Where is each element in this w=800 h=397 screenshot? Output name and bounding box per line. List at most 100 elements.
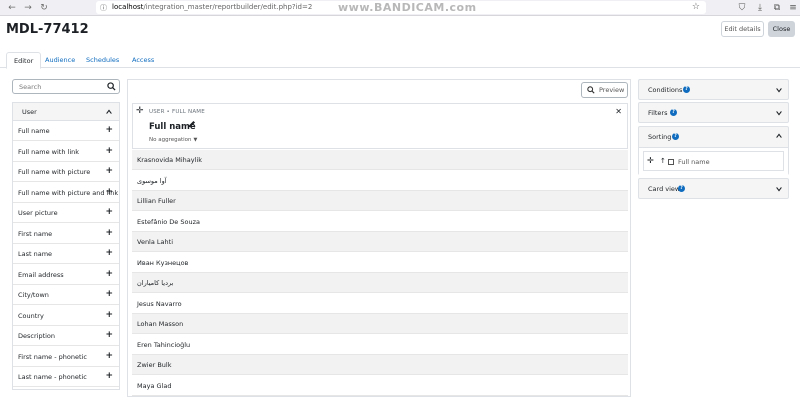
- sidebar-item[interactable]: Last name - phonetic +: [13, 367, 119, 387]
- remove-column-icon[interactable]: ✕: [615, 107, 622, 116]
- search-input[interactable]: Search: [12, 79, 120, 94]
- sidebar-item[interactable]: City/town +: [13, 285, 119, 305]
- add-icon[interactable]: +: [105, 289, 113, 299]
- aggregation-dropdown[interactable]: No aggregation ▼: [149, 137, 197, 143]
- table-row: Lohan Masson: [132, 314, 628, 334]
- chevron-down-icon[interactable]: [775, 185, 783, 193]
- add-icon[interactable]: +: [105, 166, 113, 176]
- bookmark-star-icon[interactable]: ☆: [692, 2, 700, 12]
- close-button[interactable]: Close: [768, 21, 795, 37]
- chevron-down-icon[interactable]: [775, 109, 783, 117]
- edit-details-button[interactable]: Edit details: [721, 21, 764, 37]
- table-row: بردیا کامیاران: [132, 273, 628, 293]
- recording-watermark: www.BANDICAM.com: [338, 1, 477, 14]
- sidebar-item[interactable]: First name - phonetic +: [13, 347, 119, 367]
- conditions-panel[interactable]: Conditions ?: [638, 79, 789, 100]
- back-icon[interactable]: ←: [6, 2, 18, 14]
- help-icon[interactable]: ?: [683, 86, 690, 93]
- help-icon[interactable]: ?: [672, 133, 679, 140]
- sidebar-item[interactable]: First name +: [13, 224, 119, 244]
- table-cell: Maya Glad: [137, 381, 172, 390]
- search-icon[interactable]: [107, 82, 116, 91]
- sidebar-item[interactable]: Full name +: [13, 121, 119, 141]
- url-host: localhost: [112, 3, 144, 11]
- add-icon[interactable]: +: [105, 351, 113, 361]
- conditions-label: Conditions: [648, 86, 683, 94]
- sidebar-item[interactable]: Full name with picture +: [13, 162, 119, 182]
- sidebar-item[interactable]: Full name with link +: [13, 142, 119, 162]
- sidebar-item-label: User picture: [18, 209, 58, 217]
- help-icon[interactable]: ?: [678, 185, 685, 192]
- sort-direction-icon[interactable]: ↑: [660, 157, 666, 165]
- sidebar-item[interactable]: User picture +: [13, 203, 119, 223]
- sidebar-item-label: Country: [18, 311, 44, 320]
- sorting-panel: Sorting ? ✛ ↑ Full name: [638, 126, 789, 175]
- table-row: Estefânio De Souza: [132, 212, 628, 232]
- menu-icon[interactable]: ≡: [787, 2, 799, 14]
- page-info-icon[interactable]: ⓘ: [100, 3, 107, 13]
- sort-enable-checkbox[interactable]: [668, 159, 674, 165]
- table-cell: Иван Кузнецов: [137, 258, 189, 267]
- add-icon[interactable]: +: [105, 310, 113, 320]
- add-icon[interactable]: +: [105, 207, 113, 217]
- table-row: Иван Кузнецов: [132, 253, 628, 273]
- card-view-panel[interactable]: Card view ?: [638, 178, 789, 199]
- tab-editor[interactable]: Editor: [6, 52, 42, 69]
- table-row: Eren Tahincioğlu: [132, 335, 628, 355]
- tab-bar: Editor Audience Schedules Access: [0, 52, 800, 69]
- tab-access[interactable]: Access: [125, 52, 161, 68]
- filters-label: Filters: [648, 109, 668, 117]
- add-icon[interactable]: +: [105, 371, 113, 381]
- chevron-up-icon[interactable]: [105, 108, 113, 116]
- preview-label: Preview: [599, 86, 625, 94]
- table-cell: Estefânio De Souza: [137, 217, 200, 226]
- help-icon[interactable]: ?: [670, 109, 677, 116]
- move-icon[interactable]: ✛: [136, 106, 144, 116]
- sidebar-item-label: Email address: [18, 270, 64, 279]
- card-view-label: Card view: [648, 185, 681, 193]
- add-icon[interactable]: +: [105, 228, 113, 238]
- sidebar-item-label: First name: [18, 229, 53, 238]
- tab-audience[interactable]: Audience: [38, 52, 82, 68]
- sidebar-item[interactable]: Last name +: [13, 244, 119, 264]
- sidebar-item-label: Full name with picture and link: [18, 188, 119, 197]
- add-icon[interactable]: +: [105, 187, 113, 197]
- pocket-icon[interactable]: ⛉: [736, 2, 748, 14]
- table-row: Lillian Fuller: [132, 191, 628, 211]
- chevron-down-icon[interactable]: [775, 86, 783, 94]
- tab-schedules[interactable]: Schedules: [79, 52, 126, 68]
- pencil-icon[interactable]: [188, 120, 196, 128]
- sidebar-item-label: Last name: [18, 250, 53, 258]
- sidebar-item-label: First name - phonetic: [18, 352, 87, 361]
- sidebar-item[interactable]: Full name with picture and link +: [13, 183, 119, 203]
- extensions-icon[interactable]: ⧉: [771, 2, 783, 14]
- move-icon[interactable]: ✛: [647, 156, 654, 165]
- user-section-header[interactable]: User: [13, 103, 119, 121]
- add-icon[interactable]: +: [105, 269, 113, 279]
- sidebar-item-label: Last name - phonetic: [18, 373, 87, 381]
- sidebar-item-label: Full name: [18, 127, 50, 135]
- sidebar-item[interactable]: Country +: [13, 306, 119, 326]
- sorting-label: Sorting: [648, 133, 672, 141]
- sidebar-item[interactable]: Email address +: [13, 265, 119, 285]
- add-icon[interactable]: +: [105, 248, 113, 258]
- add-icon[interactable]: +: [105, 125, 113, 135]
- add-icon[interactable]: +: [105, 146, 113, 156]
- preview-button[interactable]: Preview: [581, 82, 628, 98]
- sort-item: ✛ ↑ Full name: [643, 151, 784, 171]
- forward-icon[interactable]: →: [22, 2, 34, 14]
- caret-down-icon: ▼: [193, 137, 198, 143]
- table-cell: Zwier Bulk: [137, 361, 172, 369]
- table-row: آوا موسوی: [132, 171, 628, 191]
- filters-panel[interactable]: Filters ?: [638, 102, 789, 123]
- sidebar-item[interactable]: Description +: [13, 326, 119, 346]
- chevron-up-icon[interactable]: [775, 132, 783, 140]
- sorting-body: ✛ ↑ Full name: [639, 147, 788, 175]
- browser-toolbar: ← → ↻ ⓘ localhost/integration_master/rep…: [0, 0, 800, 16]
- reload-icon[interactable]: ↻: [38, 2, 50, 14]
- add-icon[interactable]: +: [105, 330, 113, 340]
- table-cell: Krasnovida Mihaylik: [137, 156, 202, 164]
- sidebar-item-label: Full name with picture: [18, 168, 91, 176]
- downloads-icon[interactable]: ⤓: [754, 2, 766, 14]
- table-row: Jesus Navarro: [132, 294, 628, 314]
